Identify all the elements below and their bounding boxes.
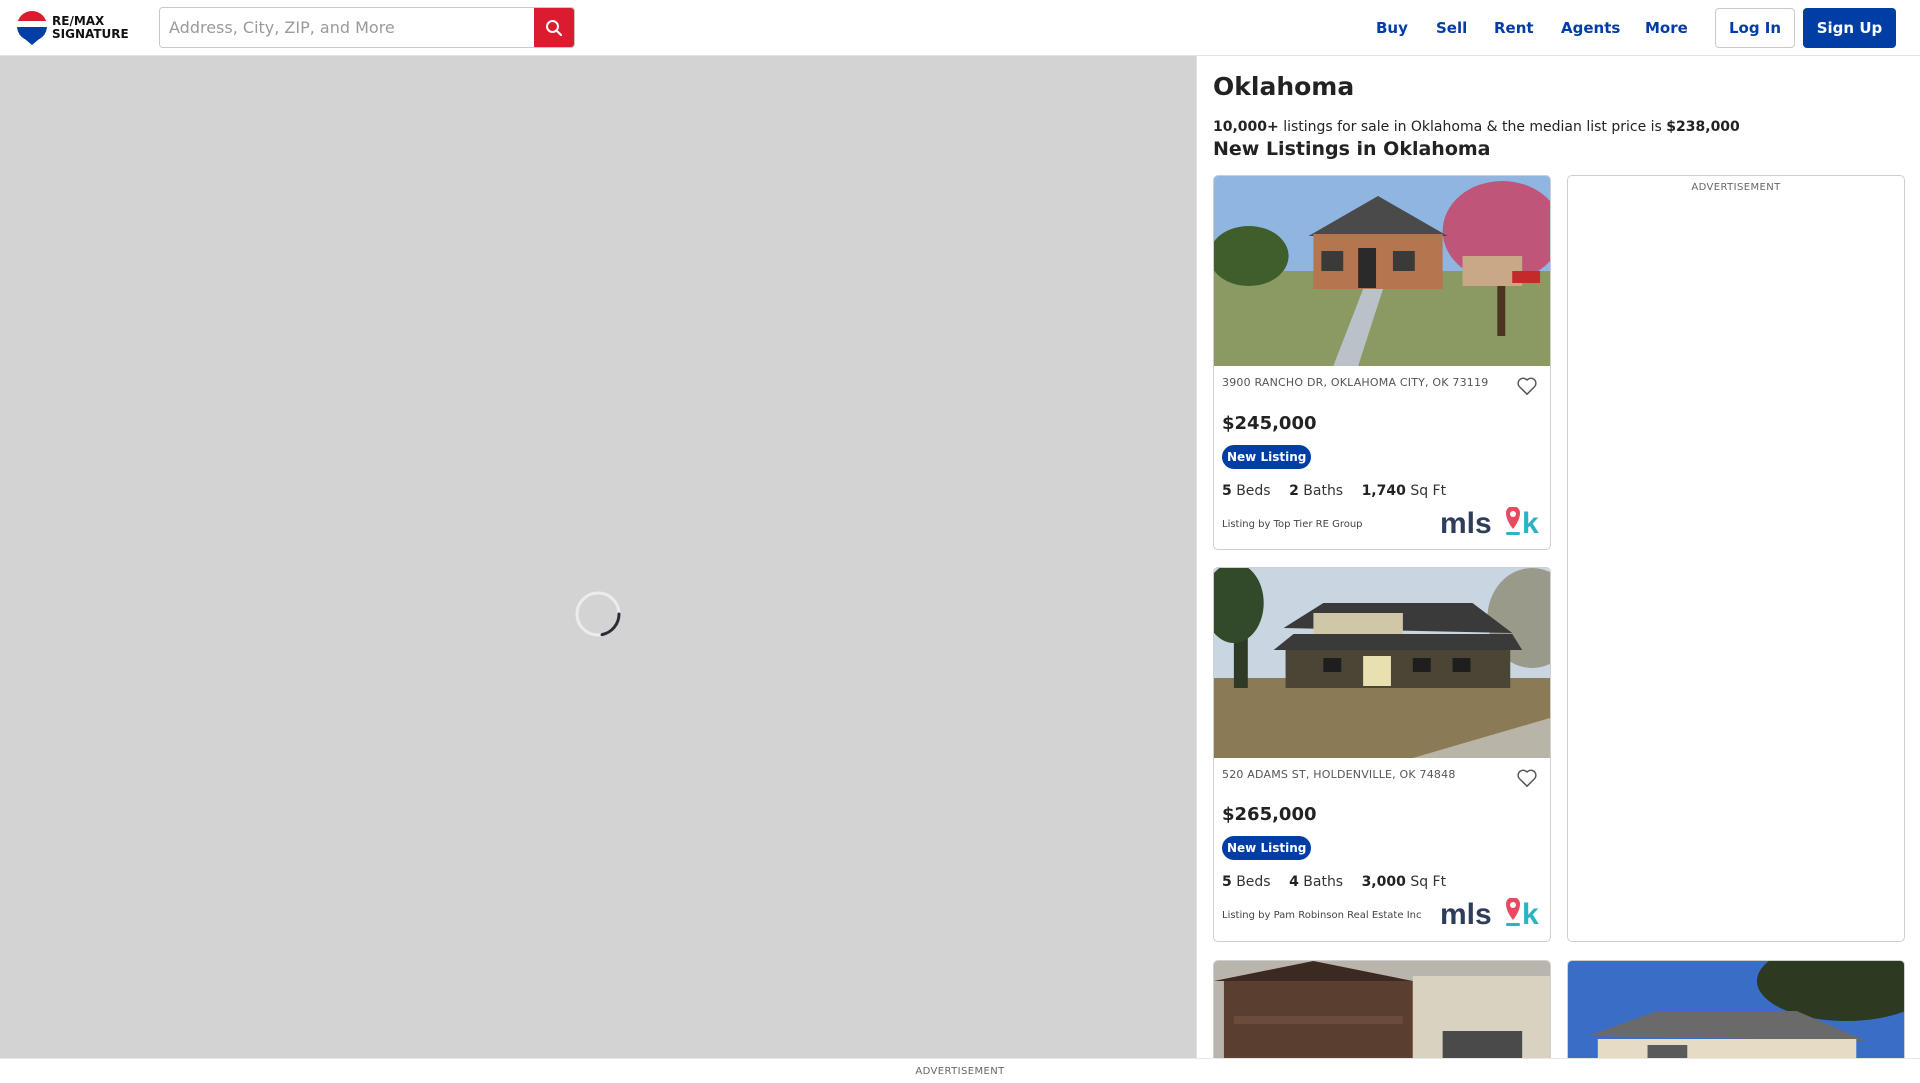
nav-more[interactable]: More — [1645, 19, 1688, 37]
mlsok-logo: mls k — [1440, 898, 1539, 930]
listing-brokerage: Listing by Pam Robinson Real Estate Inc — [1222, 910, 1422, 921]
bottom-advertisement: ADVERTISEMENT — [0, 1058, 1920, 1080]
listing-photo[interactable] — [1568, 961, 1904, 1058]
listing-count: 10,000+ — [1213, 119, 1279, 135]
new-listing-badge: New Listing — [1222, 445, 1312, 469]
beds-label: Beds — [1236, 483, 1271, 499]
listings-summary: 10,000+ listings for sale in Oklahoma & … — [1213, 119, 1740, 135]
bottom-ad-label: ADVERTISEMENT — [915, 1066, 1005, 1077]
summary-text: listings for sale in Oklahoma & the medi… — [1278, 119, 1667, 135]
sqft-value: 3,000 — [1361, 874, 1406, 890]
search-icon — [546, 19, 563, 36]
login-button[interactable]: Log In — [1715, 8, 1795, 48]
median-price: $238,000 — [1666, 119, 1740, 135]
listing-specs: 5 Beds 4 Baths 3,000 Sq Ft — [1222, 874, 1446, 890]
sqft-label: Sq Ft — [1410, 874, 1447, 890]
section-title: New Listings in Oklahoma — [1213, 138, 1491, 160]
nav-sell[interactable]: Sell — [1436, 19, 1467, 37]
listing-photo[interactable] — [1214, 961, 1550, 1058]
listing-brokerage: Listing by Top Tier RE Group — [1222, 519, 1363, 530]
svg-text:k: k — [1522, 507, 1539, 539]
site-header: RE/MAX SIGNATURE Buy Sell Rent Agents Mo… — [0, 0, 1920, 56]
baths-label: Baths — [1303, 874, 1344, 890]
search-bar — [159, 7, 575, 48]
map-area[interactable] — [0, 56, 1196, 1058]
listing-address[interactable]: 520 ADAMS ST, HOLDENVILLE, OK 74848 — [1222, 767, 1492, 783]
new-listing-badge: New Listing — [1222, 836, 1312, 860]
listings-panel: Oklahoma 10,000+ listings for sale in Ok… — [1196, 56, 1920, 1058]
sqft-label: Sq Ft — [1410, 483, 1447, 499]
beds-value: 5 — [1222, 874, 1232, 890]
svg-text:k: k — [1522, 898, 1539, 930]
svg-text:mls: mls — [1440, 507, 1492, 539]
heart-icon[interactable] — [1516, 768, 1538, 788]
ad-label: ADVERTISEMENT — [1691, 182, 1781, 193]
remax-logo[interactable]: RE/MAX SIGNATURE — [16, 9, 136, 47]
listing-address[interactable]: 3900 RANCHO DR, OKLAHOMA CITY, OK 73119 — [1222, 375, 1492, 391]
baths-value: 2 — [1289, 483, 1299, 499]
nav-rent[interactable]: Rent — [1494, 19, 1534, 37]
balloon-logo-icon — [17, 11, 47, 45]
baths-label: Baths — [1303, 483, 1344, 499]
listing-photo[interactable] — [1214, 176, 1550, 366]
listing-price: $265,000 — [1222, 804, 1317, 825]
svg-text:mls: mls — [1440, 898, 1492, 930]
beds-value: 5 — [1222, 483, 1232, 499]
page-title: Oklahoma — [1213, 72, 1355, 101]
listing-card[interactable] — [1213, 960, 1551, 1058]
heart-icon[interactable] — [1516, 376, 1538, 396]
listing-specs: 5 Beds 2 Baths 1,740 Sq Ft — [1222, 483, 1446, 499]
mlsok-logo: mls k — [1440, 507, 1539, 539]
listing-photo[interactable] — [1214, 568, 1550, 758]
loading-spinner-icon — [575, 591, 621, 637]
signup-button[interactable]: Sign Up — [1803, 8, 1896, 48]
listing-card[interactable]: 3900 RANCHO DR, OKLAHOMA CITY, OK 73119 … — [1213, 175, 1551, 550]
sqft-value: 1,740 — [1361, 483, 1406, 499]
listing-card[interactable] — [1567, 960, 1905, 1058]
listing-card[interactable]: 520 ADAMS ST, HOLDENVILLE, OK 74848 $265… — [1213, 567, 1551, 942]
baths-value: 4 — [1289, 874, 1299, 890]
logo-wordmark: RE/MAX SIGNATURE — [52, 15, 129, 41]
search-input[interactable] — [160, 8, 534, 47]
logo-line-2: SIGNATURE — [52, 27, 129, 41]
advertisement-box: ADVERTISEMENT — [1567, 175, 1905, 942]
nav-agents[interactable]: Agents — [1561, 19, 1620, 37]
search-button[interactable] — [534, 8, 574, 47]
listing-price: $245,000 — [1222, 413, 1317, 434]
beds-label: Beds — [1236, 874, 1271, 890]
nav-buy[interactable]: Buy — [1376, 19, 1408, 37]
